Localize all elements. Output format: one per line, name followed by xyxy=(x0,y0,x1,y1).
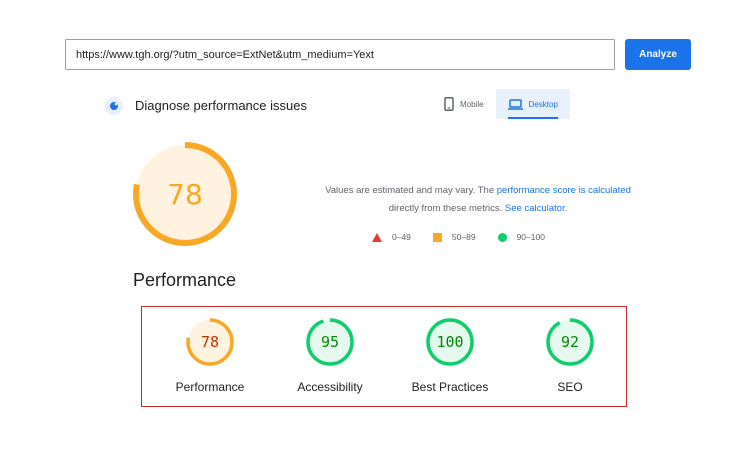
legend-item-pass: 90–100 xyxy=(497,232,545,242)
score-value: 100 xyxy=(436,333,464,351)
legend-range: 90–100 xyxy=(516,232,545,242)
score-value: 78 xyxy=(200,333,220,351)
green-circle-icon xyxy=(497,232,507,242)
note-text-1: Values are estimated and may vary. The xyxy=(325,185,497,196)
see-calculator-link[interactable]: See calculator. xyxy=(505,203,567,214)
score-note: Values are estimated and may vary. The p… xyxy=(300,182,656,218)
score-label: Performance xyxy=(175,380,245,394)
tab-mobile[interactable]: Mobile xyxy=(432,89,496,119)
performance-heading: Performance xyxy=(133,270,237,290)
score-legend: 0–49 50–89 90–100 xyxy=(372,232,567,242)
legend-item-fail: 0–49 xyxy=(372,232,411,242)
analyze-button[interactable]: Analyze xyxy=(625,39,691,70)
score-value: 95 xyxy=(320,333,340,351)
legend-range: 0–49 xyxy=(392,232,411,242)
diagnose-title: Diagnose performance issues xyxy=(135,98,307,113)
category-best-practices[interactable]: 100 Best Practices xyxy=(390,317,510,394)
category-seo[interactable]: 92 SEO xyxy=(510,317,630,394)
orange-square-icon xyxy=(432,232,442,242)
category-performance[interactable]: 78 Performance xyxy=(150,317,270,394)
legend-range: 50–89 xyxy=(451,232,476,242)
score-label: Best Practices xyxy=(411,380,489,394)
tab-mobile-label: Mobile xyxy=(460,99,484,109)
score-label: Accessibility xyxy=(297,380,363,394)
phone-icon xyxy=(444,97,454,111)
score-label: SEO xyxy=(557,380,583,394)
device-tabs: Mobile Desktop xyxy=(432,89,570,119)
url-input[interactable] xyxy=(65,39,615,70)
score-value: 92 xyxy=(560,333,580,351)
performance-score: 78 xyxy=(167,177,203,211)
note-text-2: directly from these metrics. xyxy=(388,203,505,214)
tab-desktop[interactable]: Desktop xyxy=(495,89,570,119)
score-calculation-link[interactable]: performance score is calculated xyxy=(497,185,631,196)
laptop-icon xyxy=(507,98,523,110)
lighthouse-icon xyxy=(105,97,123,115)
legend-item-average: 50–89 xyxy=(432,232,476,242)
category-scores: 78 Performance 95 Accessibility 100 Best… xyxy=(141,306,627,407)
category-accessibility[interactable]: 95 Accessibility xyxy=(270,317,390,394)
red-triangle-icon xyxy=(372,232,382,242)
tab-desktop-label: Desktop xyxy=(528,99,558,109)
